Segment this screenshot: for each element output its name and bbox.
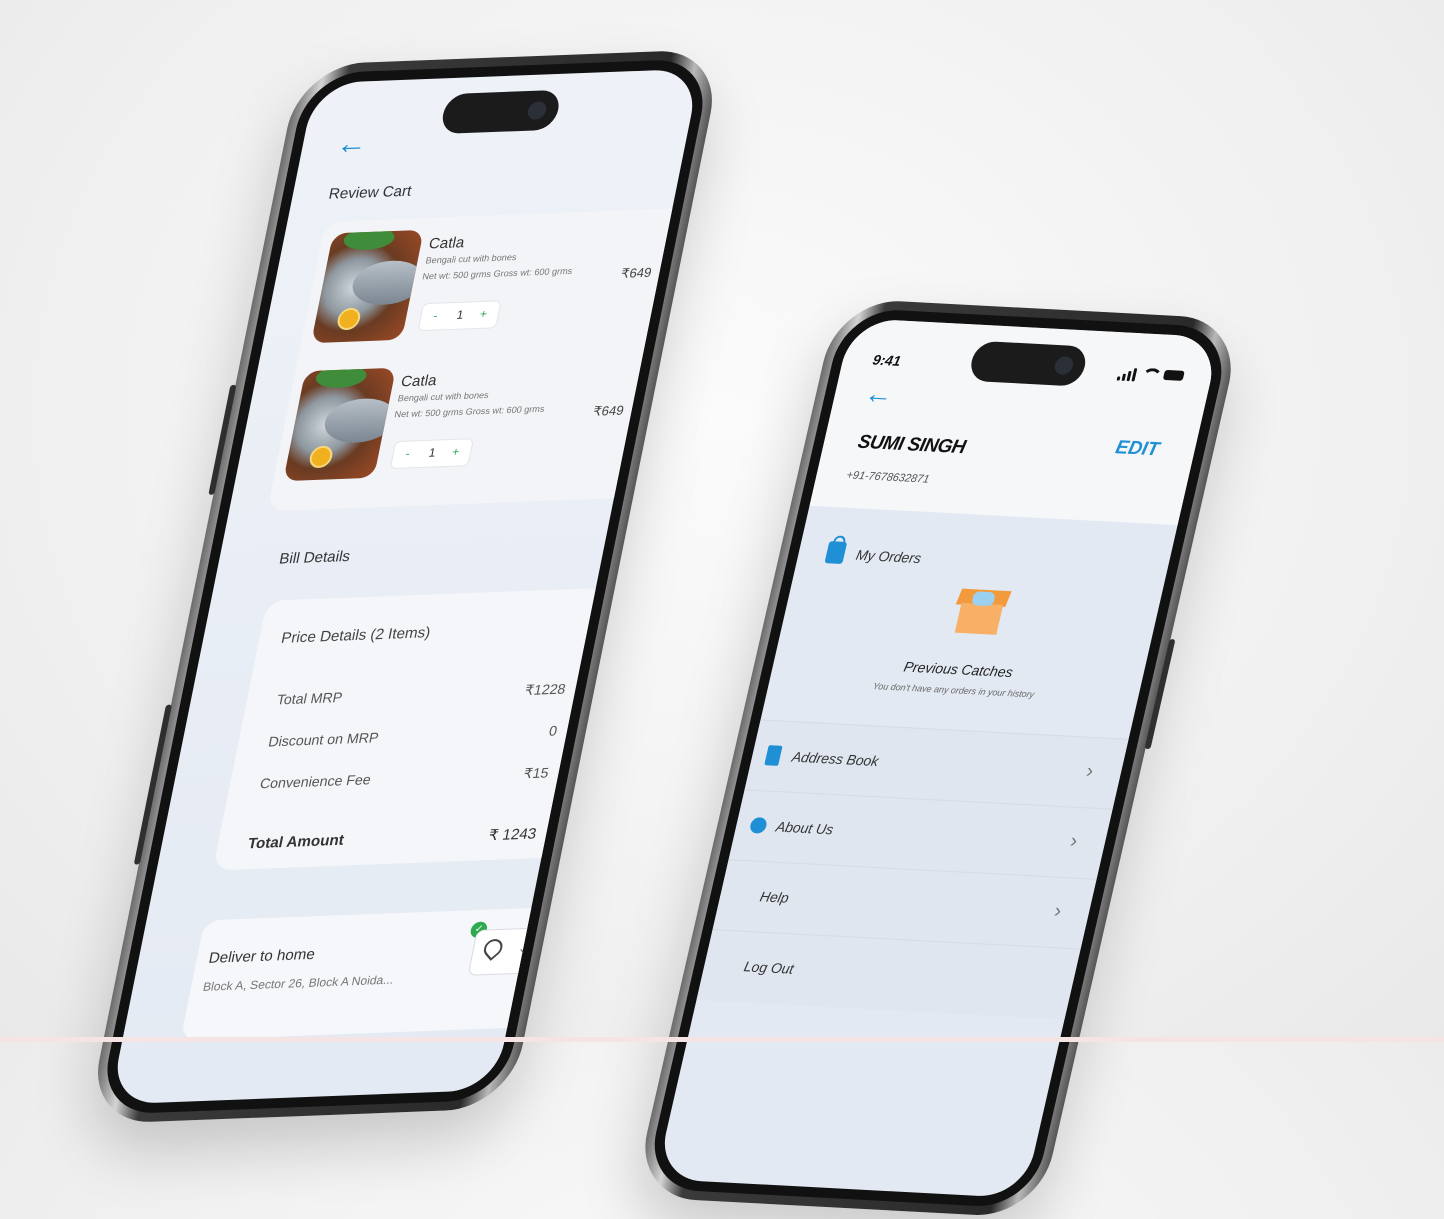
chevron-right-icon: › xyxy=(1068,829,1080,853)
address-book-icon xyxy=(764,745,783,766)
total-value: ₹ 1243 xyxy=(487,825,538,845)
item-weight: Net wt: 500 grms Gross wt: 600 grms xyxy=(421,265,574,282)
chevron-right-icon: › xyxy=(1084,760,1096,783)
shopping-bag-icon xyxy=(824,541,848,565)
total-label: Total Amount xyxy=(246,831,346,853)
decrement-button[interactable]: - xyxy=(404,446,411,460)
item-name: Catla xyxy=(399,372,439,391)
item-weight: Net wt: 500 grms Gross wt: 600 grms xyxy=(393,403,546,420)
item-price: ₹649 xyxy=(591,402,626,419)
wifi-icon xyxy=(1140,367,1164,382)
chevron-right-icon: › xyxy=(1052,899,1064,923)
quantity-value: 1 xyxy=(455,307,465,322)
bottom-strip xyxy=(0,1037,1444,1042)
cart-phone: ← Review Cart Catla Bengali cut with bon… xyxy=(86,48,724,1125)
dynamic-island xyxy=(439,89,563,135)
bill-value: ₹15 xyxy=(522,764,551,782)
menu-item-label: Log Out xyxy=(742,958,796,977)
menu-item-label: Help xyxy=(758,888,791,906)
menu-item-label: Address Book xyxy=(790,748,881,770)
increment-button[interactable]: + xyxy=(479,307,489,321)
bill-row: Convenience Fee ₹15 xyxy=(259,764,551,791)
my-orders-label[interactable]: My Orders xyxy=(855,547,923,566)
status-time: 9:41 xyxy=(871,351,903,369)
item-description: Bengali cut with bones xyxy=(396,389,490,404)
edit-button[interactable]: EDIT xyxy=(1113,437,1162,461)
price-details-title: Price Details (2 Items) xyxy=(279,624,432,647)
item-name: Catla xyxy=(427,234,467,253)
delivery-address: Block A, Sector 26, Block A Noida... xyxy=(201,972,395,994)
cart-item: Catla Bengali cut with bones Net wt: 500… xyxy=(309,220,676,353)
bill-value: 0 xyxy=(547,722,559,739)
quantity-value: 1 xyxy=(427,445,438,460)
page-title: Review Cart xyxy=(327,182,414,203)
bill-row: Total MRP ₹1228 xyxy=(276,681,568,708)
bill-details-heading: Bill Details xyxy=(277,547,352,568)
battery-icon xyxy=(1162,369,1185,381)
bill-label: Discount on MRP xyxy=(267,729,381,750)
total-amount-row: Total Amount ₹ 1243 xyxy=(246,824,538,852)
fish-product-image xyxy=(310,229,424,344)
bill-value: ₹1228 xyxy=(523,680,568,699)
bill-row: Discount on MRP 0 xyxy=(267,722,559,749)
dynamic-island xyxy=(967,340,1090,387)
fish-product-image xyxy=(283,367,397,482)
bill-label: Convenience Fee xyxy=(258,771,373,792)
back-arrow-icon[interactable]: ← xyxy=(334,127,371,161)
item-price: ₹649 xyxy=(619,264,654,281)
increment-button[interactable]: + xyxy=(451,445,461,459)
location-pin-icon xyxy=(480,935,507,961)
quantity-stepper[interactable]: - 1 + xyxy=(389,438,474,470)
quantity-stepper[interactable]: - 1 + xyxy=(417,300,502,332)
catch-box-icon xyxy=(951,588,1012,636)
item-description: Bengali cut with bones xyxy=(424,252,518,266)
info-icon xyxy=(748,817,769,834)
profile-phone: 9:41 ← SUMI SINGH EDIT +91-7678632871 My… xyxy=(632,298,1244,1219)
menu-item-label: About Us xyxy=(774,818,836,838)
cart-item: Catla Bengali cut with bones Net wt: 500… xyxy=(281,358,648,491)
decrement-button[interactable]: - xyxy=(432,309,439,323)
delivery-title: Deliver to home xyxy=(207,945,317,967)
bill-label: Total MRP xyxy=(275,689,344,708)
